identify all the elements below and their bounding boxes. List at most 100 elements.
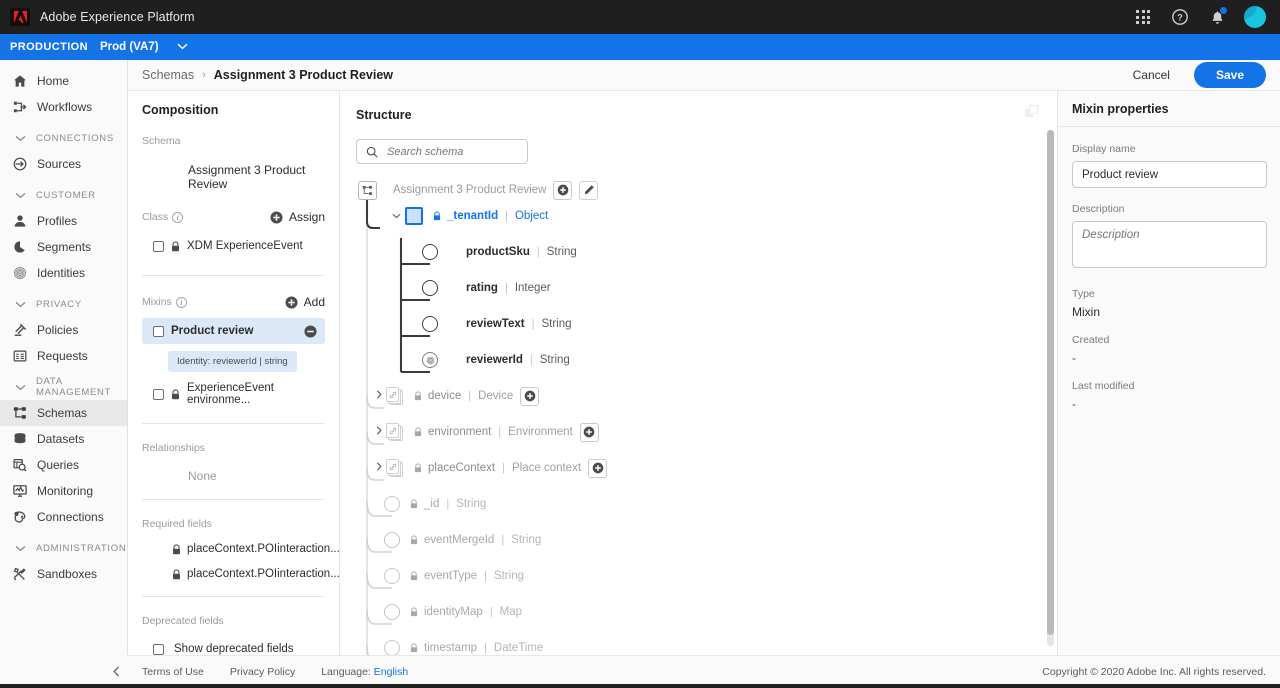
sources-icon [12, 156, 28, 172]
object-node-icon[interactable] [405, 207, 423, 225]
field-node-icon[interactable] [384, 568, 400, 584]
tree-node-label: _tenantId [447, 210, 499, 222]
sidebar-item-identities[interactable]: Identities [0, 260, 127, 286]
tree-node-rating[interactable]: rating | Integer [422, 276, 551, 300]
tree-node-label: reviewerId [466, 354, 523, 366]
tree-node-device[interactable]: device | Device [376, 384, 540, 408]
class-info-icon[interactable]: i [172, 211, 184, 223]
language-value[interactable]: English [374, 666, 408, 678]
field-node-icon[interactable] [422, 316, 438, 332]
privacy-policy-link[interactable]: Privacy Policy [230, 666, 295, 678]
sandboxes-icon [12, 566, 28, 582]
sidebar-item-monitoring[interactable]: Monitoring [0, 478, 127, 504]
sidebar-item-queries[interactable]: Queries [0, 452, 127, 478]
checkbox[interactable] [153, 643, 164, 655]
apps-grid-icon[interactable] [1133, 7, 1153, 27]
sidebar-item-profiles[interactable]: Profiles [0, 208, 127, 234]
schema-section-label: Schema [142, 135, 181, 147]
user-avatar[interactable] [1244, 6, 1266, 28]
sidebar-group-data-management[interactable]: DATA MANAGEMENT [0, 374, 127, 400]
tree-node-placecontext[interactable]: placeContext | Place context [376, 456, 608, 480]
terms-of-use-link[interactable]: Terms of Use [142, 666, 204, 678]
sidebar-item-schemas[interactable]: Schemas [0, 400, 127, 426]
identity-badge: Identity: reviewerId | string [168, 351, 297, 372]
structure-scrollbar[interactable] [1047, 130, 1054, 646]
save-button[interactable]: Save [1193, 62, 1266, 88]
tree-node-reviewerid[interactable]: reviewerId | String [422, 348, 570, 372]
remove-mixin-button[interactable] [304, 324, 317, 338]
scrollbar-thumb[interactable] [1047, 130, 1054, 635]
checkbox[interactable] [153, 325, 164, 337]
sidebar-item-sandboxes[interactable]: Sandboxes [0, 561, 127, 587]
sidebar-item-requests[interactable]: Requests [0, 343, 127, 369]
class-item-xdm-experienceevent[interactable]: XDM ExperienceEvent [142, 233, 325, 259]
checkbox[interactable] [153, 240, 164, 252]
add-mixin-button[interactable]: Add [285, 295, 325, 309]
tree-node-identitymap[interactable]: identityMap | Map [384, 600, 522, 624]
search-schema-box[interactable] [356, 139, 528, 164]
add-field-button[interactable] [579, 422, 599, 442]
sidebar-item-label: Identities [37, 266, 86, 280]
field-node-icon[interactable] [422, 244, 438, 260]
tree-node-environment[interactable]: environment | Environment [376, 420, 599, 444]
description-field[interactable] [1072, 221, 1267, 268]
chevron-down-icon[interactable] [392, 211, 401, 222]
sandbox-name[interactable]: Prod (VA7) [100, 41, 159, 53]
chevron-down-icon[interactable] [177, 42, 188, 53]
cancel-button[interactable]: Cancel [1123, 64, 1180, 86]
sidebar-group-administration[interactable]: ADMINISTRATION [0, 535, 127, 561]
lock-icon [173, 568, 180, 579]
search-input[interactable] [385, 144, 515, 159]
sidebar-item-sources[interactable]: Sources [0, 151, 127, 177]
field-node-icon[interactable] [384, 604, 400, 620]
breadcrumb-schemas-link[interactable]: Schemas [142, 68, 194, 82]
tree-node-productsku[interactable]: productSku | String [422, 240, 577, 264]
sidebar-item-datasets[interactable]: Datasets [0, 426, 127, 452]
queries-icon [12, 457, 28, 473]
field-node-icon[interactable] [384, 640, 400, 655]
chevron-right-icon[interactable] [376, 462, 382, 474]
field-node-icon[interactable] [422, 280, 438, 296]
field-node-icon[interactable] [384, 532, 400, 548]
lock-icon [410, 571, 418, 581]
sidebar-item-workflows[interactable]: Workflows [0, 94, 127, 120]
tree-node-eventmergeid[interactable]: eventMergeId | String [384, 528, 541, 552]
checkbox[interactable] [153, 388, 164, 400]
language-selector[interactable]: Language: English [321, 666, 408, 678]
tree-node-reviewtext[interactable]: reviewText | String [422, 312, 572, 336]
help-icon[interactable]: ? [1170, 7, 1190, 27]
expand-all-icon[interactable] [1024, 104, 1040, 125]
mixin-item-experienceevent-environment[interactable]: ExperienceEvent environme... [142, 381, 325, 407]
assign-class-button[interactable]: Assign [270, 210, 325, 224]
add-field-button[interactable] [553, 180, 573, 200]
sidebar-item-connections[interactable]: Connections [0, 504, 127, 530]
identity-field-node-icon[interactable] [422, 352, 438, 368]
chevron-right-icon[interactable] [376, 426, 382, 438]
sidebar-item-home[interactable]: Home [0, 68, 127, 94]
pencil-edit-icon[interactable] [579, 180, 599, 200]
show-deprecated-row[interactable]: Show deprecated fields [142, 643, 325, 655]
field-node-icon[interactable] [384, 496, 400, 512]
separator: | [489, 606, 493, 618]
sidebar-group-connections[interactable]: CONNECTIONS [0, 125, 127, 151]
tree-root-row[interactable]: Assignment 3 Product Review [358, 178, 599, 202]
tree-node-eventtype[interactable]: eventType | String [384, 564, 524, 588]
sidebar-group-privacy[interactable]: PRIVACY [0, 291, 127, 317]
display-name-field[interactable] [1072, 161, 1267, 188]
tree-node-id[interactable]: _id | String [384, 492, 486, 516]
schemas-icon [12, 405, 28, 421]
separator: | [502, 462, 505, 474]
tree-node-tenantid[interactable]: _tenantId | Object [392, 204, 548, 228]
add-field-button[interactable] [588, 458, 608, 478]
sidebar-group-customer[interactable]: CUSTOMER [0, 182, 127, 208]
mixin-item-product-review[interactable]: Product review [142, 318, 325, 344]
mixins-info-icon[interactable]: i [175, 296, 187, 308]
chevron-right-icon[interactable] [376, 390, 382, 402]
notifications-bell-icon[interactable] [1207, 6, 1228, 27]
plus-circle-icon [285, 295, 298, 309]
sidebar-item-segments[interactable]: Segments [0, 234, 127, 260]
sidebar-item-policies[interactable]: Policies [0, 317, 127, 343]
reference-group-icon [386, 459, 404, 477]
tree-node-timestamp[interactable]: timestamp | DateTime [384, 636, 543, 655]
add-field-button[interactable] [520, 386, 540, 406]
